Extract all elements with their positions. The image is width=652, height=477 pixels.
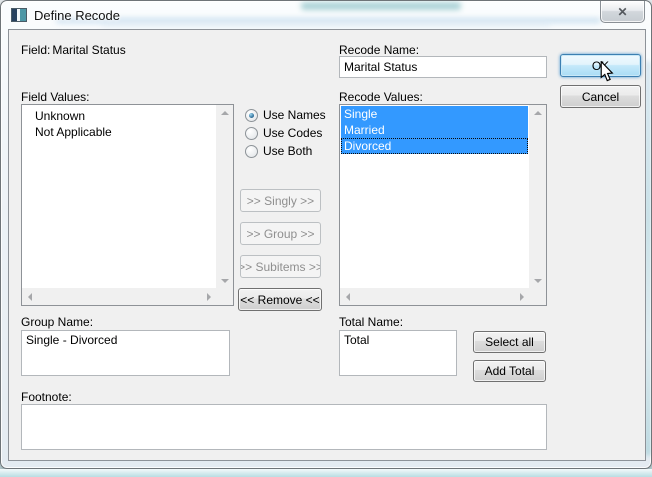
list-item-selected[interactable]: Single — [341, 106, 528, 122]
radio-use-codes[interactable]: Use Codes — [245, 126, 322, 140]
select-all-button[interactable]: Select all — [473, 331, 546, 353]
scroll-up-icon[interactable] — [221, 111, 229, 115]
field-value: Marital Status — [52, 43, 125, 57]
horizontal-scrollbar[interactable] — [340, 288, 530, 305]
radio-unselected-icon — [245, 145, 258, 158]
subitems-button[interactable]: >> Subitems >> — [240, 255, 321, 278]
scroll-down-icon[interactable] — [534, 279, 542, 283]
radio-unselected-icon — [245, 127, 258, 140]
scroll-up-icon[interactable] — [534, 111, 542, 115]
scroll-left-icon[interactable] — [346, 293, 350, 301]
scroll-right-icon[interactable] — [520, 293, 524, 301]
scrollbar-corner — [530, 289, 546, 305]
recode-values-list: Single Married Divorced — [341, 106, 545, 287]
field-values-label: Field Values: — [21, 90, 89, 104]
vertical-scrollbar[interactable] — [216, 105, 233, 289]
cancel-button[interactable]: Cancel — [560, 85, 641, 108]
field-values-list: Unknown Not Applicable — [23, 108, 215, 287]
list-item-selected-focused[interactable]: Divorced — [341, 138, 528, 154]
close-icon: ✕ — [617, 6, 627, 18]
recode-name-input[interactable] — [339, 56, 547, 78]
ok-button[interactable]: OK — [560, 54, 641, 77]
singly-button[interactable]: >> Singly >> — [240, 189, 321, 212]
recode-values-listbox[interactable]: Single Married Divorced — [339, 104, 547, 306]
scroll-left-icon[interactable] — [28, 293, 32, 301]
horizontal-scrollbar[interactable] — [22, 288, 217, 305]
radio-use-both[interactable]: Use Both — [245, 144, 312, 158]
radio-use-names[interactable]: Use Names — [245, 108, 326, 122]
scrollbar-corner — [217, 289, 233, 305]
field-label: Field:Marital Status — [21, 43, 126, 57]
recode-values-label: Recode Values: — [339, 90, 423, 104]
radio-label: Use Names — [263, 108, 326, 122]
vertical-scrollbar[interactable] — [529, 105, 546, 289]
window-title: Define Recode — [34, 8, 120, 23]
group-button[interactable]: >> Group >> — [240, 222, 321, 245]
app-icon — [11, 8, 27, 22]
aero-glass-reflection — [56, 18, 601, 23]
scroll-down-icon[interactable] — [221, 279, 229, 283]
close-button[interactable]: ✕ — [600, 1, 645, 23]
total-name-label: Total Name: — [339, 315, 403, 329]
radio-label: Use Codes — [263, 126, 322, 140]
group-name-input[interactable]: Single - Divorced — [21, 330, 230, 376]
define-recode-dialog: Define Recode ✕ Field:Marital Status Rec… — [0, 0, 652, 469]
radio-label: Use Both — [263, 144, 312, 158]
radio-selected-icon — [245, 109, 258, 122]
field-values-listbox[interactable]: Unknown Not Applicable — [21, 104, 234, 306]
add-total-button[interactable]: Add Total — [473, 360, 546, 382]
recode-name-label: Recode Name: — [339, 43, 419, 57]
list-item-selected[interactable]: Married — [341, 122, 528, 138]
footnote-input[interactable] — [21, 404, 547, 450]
remove-button[interactable]: << Remove << — [238, 288, 322, 311]
total-name-input[interactable]: Total — [339, 330, 457, 376]
group-name-label: Group Name: — [21, 315, 93, 329]
background-window-strip — [0, 469, 652, 477]
aero-glass-reflection — [301, 2, 461, 10]
list-item[interactable]: Unknown — [23, 108, 215, 124]
footnote-label: Footnote: — [21, 390, 72, 404]
title-bar: Define Recode ✕ — [1, 1, 651, 29]
aero-glass-reflection — [101, 23, 551, 27]
list-item[interactable]: Not Applicable — [23, 124, 215, 140]
scroll-right-icon[interactable] — [207, 293, 211, 301]
